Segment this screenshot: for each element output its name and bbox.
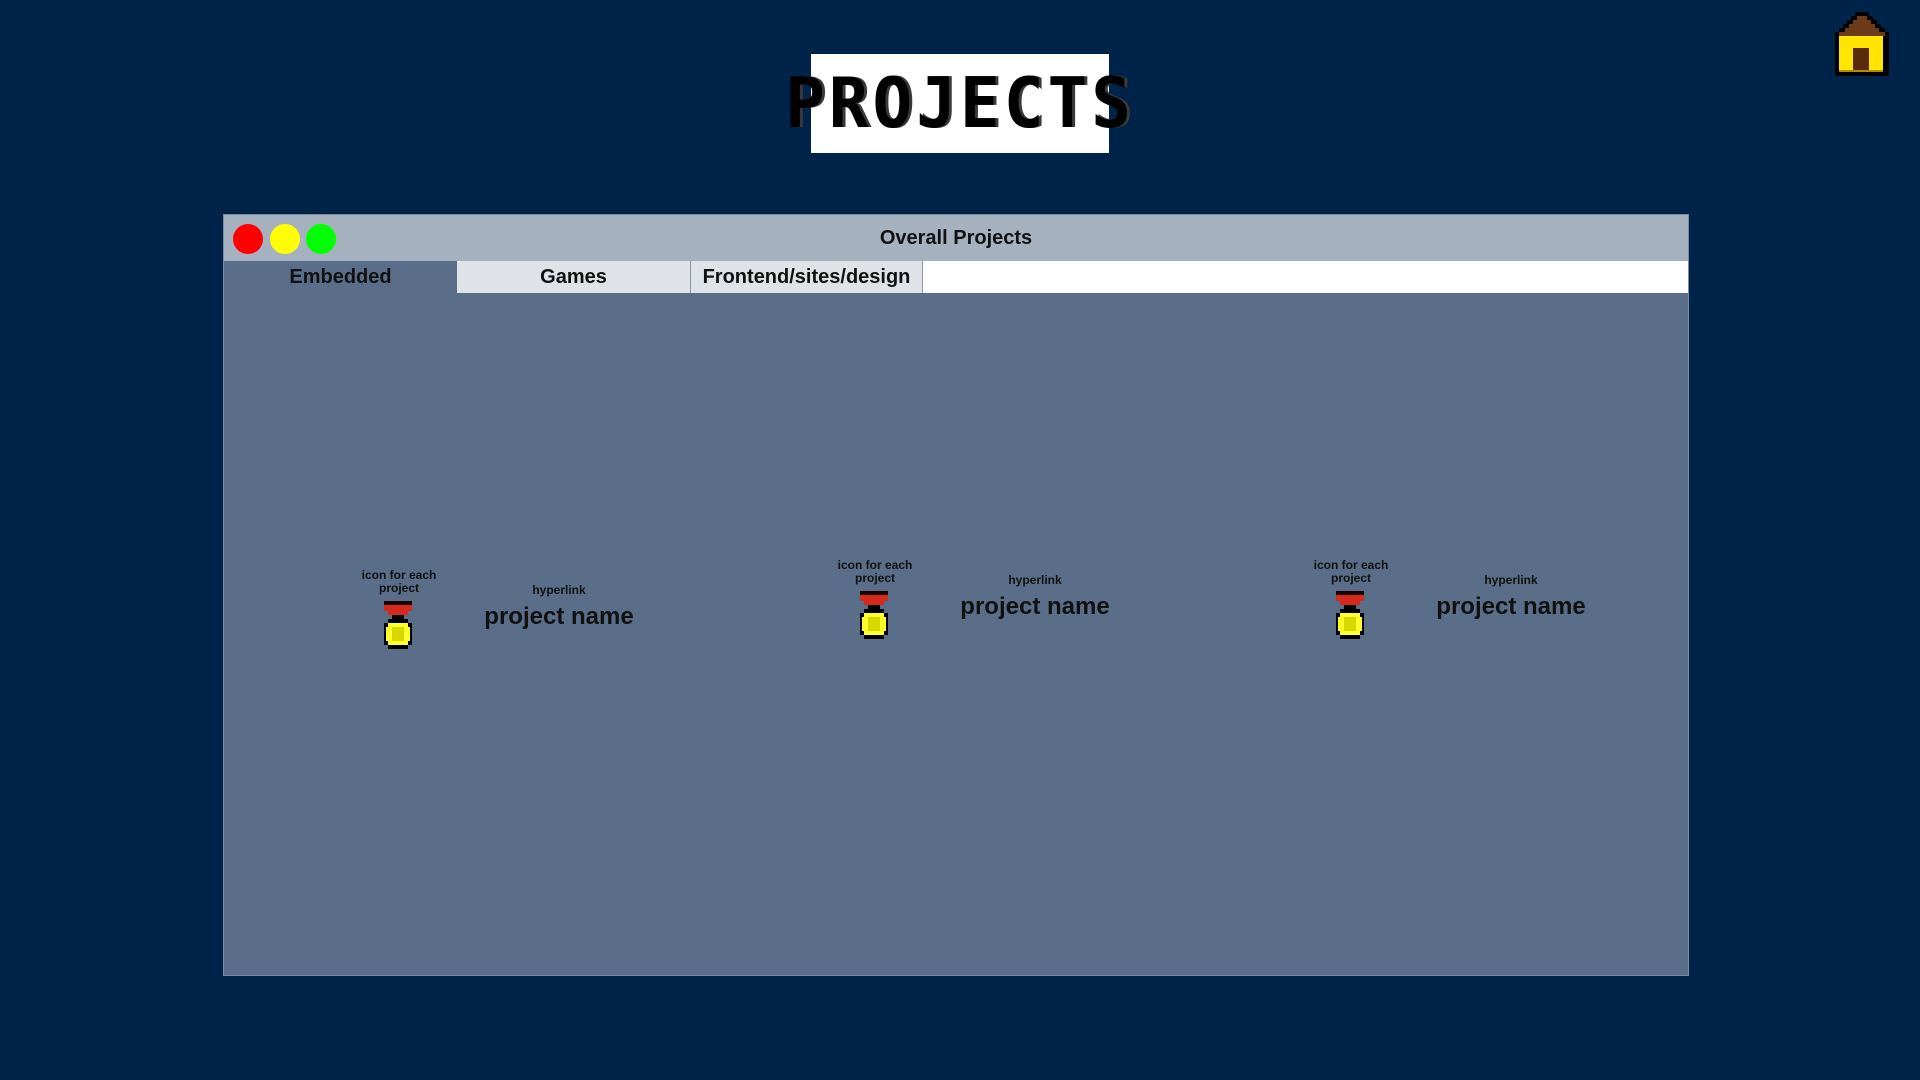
medal-icon — [860, 591, 888, 639]
window-title: Overall Projects — [879, 227, 1033, 249]
icon-caption: icon for each project — [361, 568, 437, 595]
home-icon — [1835, 12, 1889, 76]
home-button[interactable] — [1833, 10, 1891, 78]
hyperlink-label: hyperlink — [1008, 573, 1062, 587]
page-title-box: PROJECTS — [785, 54, 1131, 153]
tab-embedded[interactable]: Embedded — [224, 261, 457, 293]
hyperlink-label: hyperlink — [532, 583, 586, 597]
page-title: PROJECTS — [785, 63, 1135, 144]
window-titlebar: Overall Projects — [224, 215, 1688, 261]
project-name-link[interactable]: project name — [959, 593, 1111, 621]
project-name-link[interactable]: project name — [1435, 593, 1587, 621]
project-item: icon for each project hyperlink project … — [1303, 559, 1603, 659]
tab-frontend[interactable]: Frontend/sites/design — [691, 261, 923, 293]
tab-games[interactable]: Games — [457, 261, 691, 293]
project-name-link[interactable]: project name — [483, 603, 635, 631]
projects-window: Overall Projects Embedded Games Frontend… — [223, 214, 1689, 976]
project-item: icon for each project hyperlink project … — [351, 569, 651, 669]
tab-bar: Embedded Games Frontend/sites/design — [224, 261, 1688, 293]
hyperlink-label: hyperlink — [1484, 573, 1538, 587]
icon-caption: icon for each project — [837, 558, 913, 585]
project-item: icon for each project hyperlink project … — [827, 559, 1127, 659]
icon-caption: icon for each project — [1313, 558, 1389, 585]
medal-icon — [1336, 591, 1364, 639]
medal-icon — [384, 601, 412, 649]
